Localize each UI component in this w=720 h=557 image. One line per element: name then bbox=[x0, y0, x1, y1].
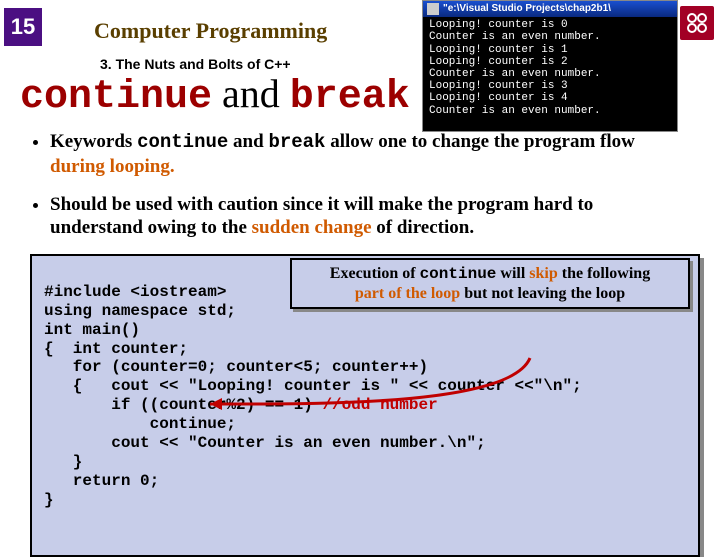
code-line: } bbox=[44, 453, 82, 471]
code-line: { cout << "Looping! counter is " << coun… bbox=[44, 377, 582, 395]
console-line: Counter is an even number. bbox=[429, 105, 671, 117]
console-line: Looping! counter is 4 bbox=[429, 92, 671, 104]
title-and: and bbox=[212, 71, 290, 116]
bullet-list: Keywords continue and break allow one to… bbox=[30, 130, 690, 240]
bullet-item: Should be used with caution since it wil… bbox=[50, 193, 690, 241]
console-titlebar: "e:\Visual Studio Projects\chap2b1\ bbox=[423, 1, 677, 17]
console-line: Looping! counter is 3 bbox=[429, 80, 671, 92]
course-title: Computer Programming bbox=[94, 18, 327, 44]
code-line: using namespace std; bbox=[44, 302, 236, 320]
console-window: "e:\Visual Studio Projects\chap2b1\ Loop… bbox=[422, 0, 678, 132]
code-line: return 0; bbox=[44, 472, 159, 490]
code-line: } bbox=[44, 491, 54, 509]
code-line: #include <iostream> bbox=[44, 283, 226, 301]
code-line: continue; bbox=[44, 415, 236, 433]
code-comment: //odd number bbox=[322, 396, 437, 414]
callout-box: Execution of continue will skip the foll… bbox=[290, 258, 690, 309]
code-line: int main() bbox=[44, 321, 140, 339]
console-line: Looping! counter is 0 bbox=[429, 19, 671, 31]
console-output: Looping! counter is 0 Counter is an even… bbox=[423, 17, 677, 119]
slide-number: 15 bbox=[4, 8, 42, 46]
code-line: for (counter=0; counter<5; counter++) bbox=[44, 358, 428, 376]
code-line: if ((counter%2) == 1) bbox=[44, 396, 322, 414]
bullet-item: Keywords continue and break allow one to… bbox=[50, 130, 690, 179]
console-line: Counter is an even number. bbox=[429, 68, 671, 80]
code-listing: #include <iostream> using namespace std;… bbox=[30, 254, 700, 557]
university-logo bbox=[680, 6, 714, 40]
console-line: Looping! counter is 1 bbox=[429, 44, 671, 56]
title-kw-continue: continue bbox=[20, 75, 212, 120]
title-kw-break: break bbox=[290, 75, 410, 120]
console-line: Counter is an even number. bbox=[429, 31, 671, 43]
code-line: cout << "Counter is an even number.\n"; bbox=[44, 434, 486, 452]
code-line: { int counter; bbox=[44, 340, 188, 358]
console-line: Looping! counter is 2 bbox=[429, 56, 671, 68]
